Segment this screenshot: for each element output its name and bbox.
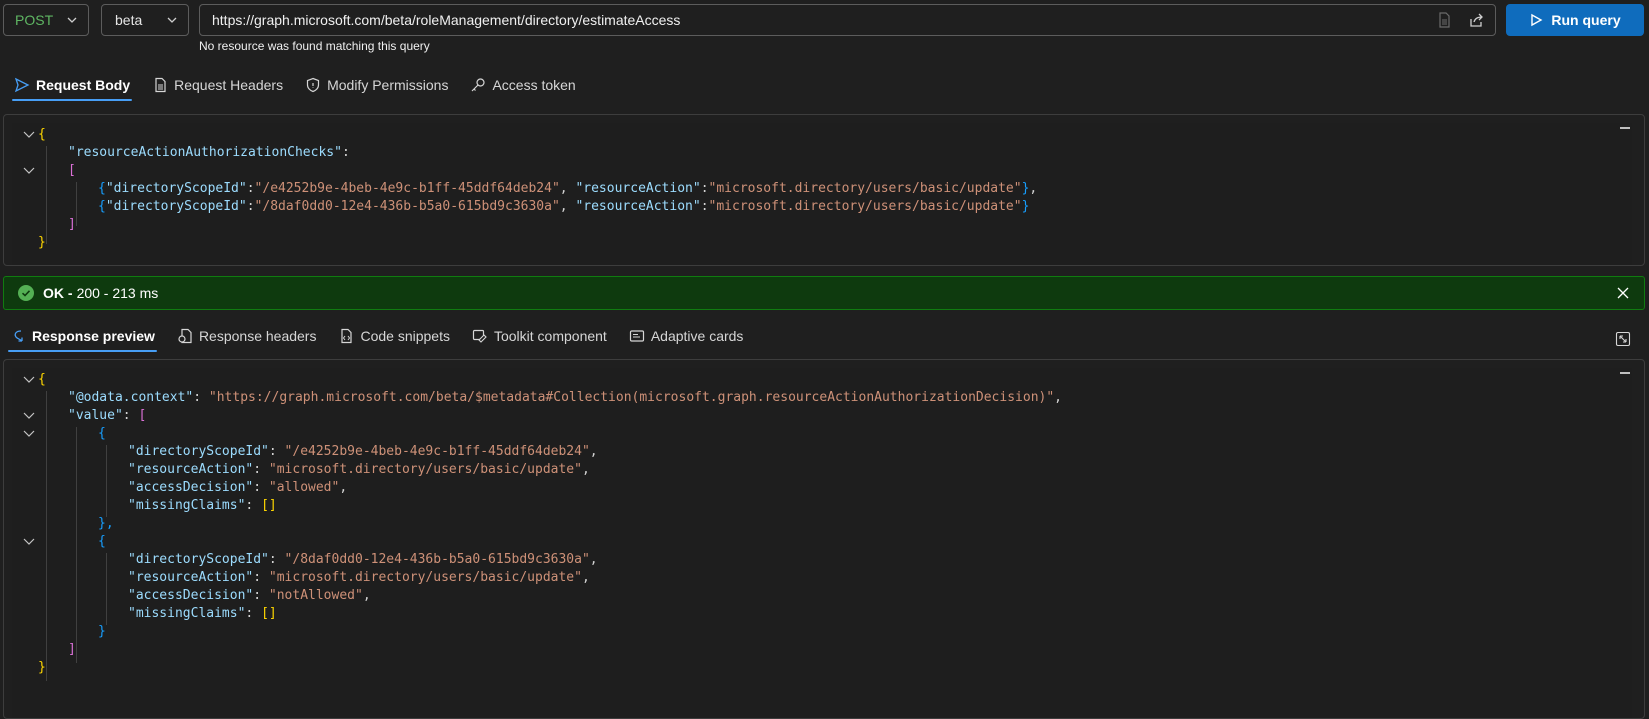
code-line: "missingClaims": []	[128, 606, 277, 621]
request-body-editor[interactable]: { "resourceActionAuthorizationChecks": […	[12, 123, 1632, 265]
indent-guide	[76, 182, 77, 226]
play-icon	[1531, 13, 1543, 27]
tab-label: Modify Permissions	[327, 77, 449, 93]
tab-response-preview[interactable]: Response preview	[8, 321, 157, 352]
response-tabs: Response preview Response headers Code s…	[8, 321, 746, 352]
code-line: "value": [	[68, 408, 147, 423]
indent-guide	[46, 391, 47, 681]
code-line: {	[98, 534, 106, 549]
code-line: {	[98, 426, 106, 441]
query-bar: POST beta https://graph.microsoft.com/be…	[3, 4, 1649, 36]
code-line: "accessDecision": "notAllowed",	[128, 588, 371, 603]
url-input[interactable]: https://graph.microsoft.com/beta/roleMan…	[199, 4, 1496, 36]
response-body-panel: { "@odata.context": "https://graph.micro…	[3, 359, 1645, 719]
run-query-label: Run query	[1551, 12, 1621, 28]
status-message-bar: OK - 200 - 213 ms	[3, 276, 1645, 310]
indent-guide	[106, 553, 107, 625]
shield-icon	[306, 77, 320, 93]
indent-guide	[76, 427, 77, 663]
tab-access-token[interactable]: Access token	[468, 70, 577, 100]
tab-adaptive-cards[interactable]: Adaptive cards	[627, 321, 746, 351]
http-method-dropdown[interactable]: POST	[3, 4, 89, 36]
toolkit-icon	[472, 329, 487, 343]
chevron-down-icon	[167, 17, 177, 23]
document-icon	[178, 328, 192, 344]
send-icon	[14, 77, 30, 93]
tab-request-body[interactable]: Request Body	[12, 70, 133, 101]
tab-label: Code snippets	[360, 328, 450, 344]
success-check-icon	[18, 285, 34, 301]
request-body-panel: { "resourceActionAuthorizationChecks": […	[3, 114, 1645, 266]
code-line: "resourceAction": "microsoft.directory/u…	[128, 462, 590, 477]
url-hint-text: No resource was found matching this quer…	[199, 39, 430, 53]
status-ok: OK -	[43, 285, 73, 301]
indent-guide	[106, 445, 107, 517]
code-line: {	[38, 372, 46, 387]
fold-chevron-icon[interactable]	[22, 534, 36, 548]
expand-icon[interactable]	[1615, 331, 1631, 347]
response-body-editor[interactable]: { "@odata.context": "https://graph.micro…	[12, 368, 1632, 718]
editor-scrollbar[interactable]	[1620, 368, 1632, 718]
code-line: ]	[68, 642, 76, 657]
card-icon	[629, 330, 644, 342]
tab-label: Request Headers	[174, 77, 284, 93]
tab-label: Request Body	[36, 77, 131, 93]
url-value: https://graph.microsoft.com/beta/roleMan…	[212, 12, 681, 28]
version-dropdown[interactable]: beta	[101, 4, 189, 36]
fold-chevron-icon[interactable]	[22, 127, 36, 141]
fold-chevron-icon[interactable]	[22, 408, 36, 422]
code-line: }	[38, 660, 46, 675]
document-icon	[155, 77, 166, 93]
key-icon	[472, 78, 486, 92]
code-icon	[341, 328, 353, 344]
code-line: "directoryScopeId": "/8daf0dd0-12e4-436b…	[128, 552, 598, 567]
tab-modify-permissions[interactable]: Modify Permissions	[303, 70, 450, 100]
tab-response-headers[interactable]: Response headers	[175, 321, 319, 351]
preview-icon	[14, 330, 23, 342]
fold-chevron-icon[interactable]	[22, 426, 36, 440]
tab-code-snippets[interactable]: Code snippets	[336, 321, 452, 351]
tab-request-headers[interactable]: Request Headers	[150, 70, 285, 100]
code-line: "missingClaims": []	[128, 498, 277, 513]
code-line: "directoryScopeId": "/e4252b9e-4beb-4e9c…	[128, 444, 598, 459]
code-line: {"directoryScopeId":"/8daf0dd0-12e4-436b…	[98, 199, 1030, 214]
request-tabs: Request Body Request Headers Modify Perm…	[12, 70, 578, 101]
run-query-button[interactable]: Run query	[1506, 4, 1644, 36]
tab-label: Response headers	[198, 328, 317, 344]
code-line: }	[98, 624, 106, 639]
code-line: ]	[68, 217, 76, 232]
code-line: "accessDecision": "allowed",	[128, 480, 348, 495]
code-line: "resourceAction": "microsoft.directory/u…	[128, 570, 590, 585]
editor-scrollbar[interactable]	[1620, 123, 1632, 265]
tab-label: Adaptive cards	[650, 328, 744, 344]
tab-toolkit-component[interactable]: Toolkit component	[470, 321, 609, 351]
code-line: }	[38, 235, 46, 250]
code-line: "@odata.context": "https://graph.microso…	[68, 390, 1062, 405]
close-icon[interactable]	[1616, 286, 1630, 300]
fold-chevron-icon[interactable]	[22, 163, 36, 177]
code-line: [	[68, 163, 76, 178]
chevron-down-icon	[67, 17, 77, 23]
document-icon[interactable]	[1435, 11, 1453, 29]
share-icon[interactable]	[1467, 11, 1485, 29]
status-detail: 200 - 213 ms	[76, 285, 159, 301]
code-line: },	[98, 516, 114, 531]
code-line: "resourceActionAuthorizationChecks":	[68, 145, 350, 160]
code-line: {"directoryScopeId":"/e4252b9e-4beb-4e9c…	[98, 181, 1038, 196]
indent-guide	[46, 146, 47, 244]
tab-label: Toolkit component	[493, 328, 607, 344]
version-value: beta	[115, 12, 143, 28]
tab-label: Access token	[492, 77, 576, 93]
tab-label: Response preview	[32, 328, 155, 344]
http-method-value: POST	[15, 12, 54, 28]
code-line: {	[38, 127, 46, 142]
fold-chevron-icon[interactable]	[22, 372, 36, 386]
